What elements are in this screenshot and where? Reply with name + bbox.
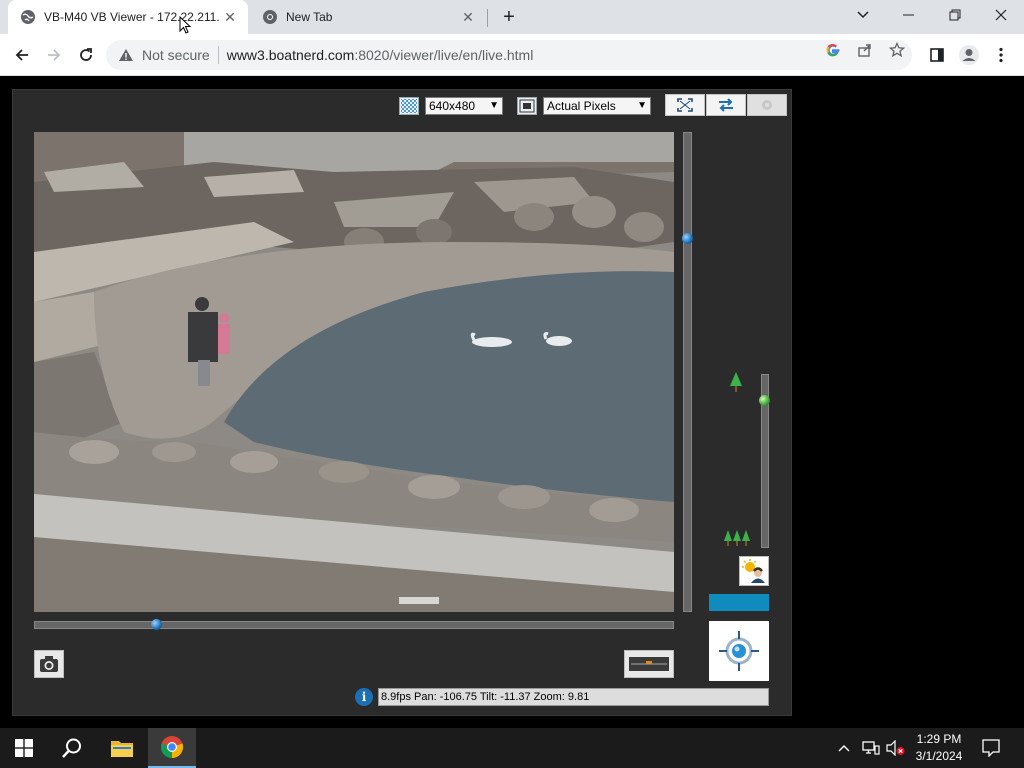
omnibox-divider (217, 46, 219, 64)
display-scale-value: Actual Pixels (547, 99, 616, 113)
fullscreen-icon (677, 98, 693, 112)
preset-target-button[interactable] (709, 621, 769, 681)
page-content: 640x480 ▼ Actual Pixels ▼ i 8.9fps Pan: … (0, 77, 1024, 728)
image-size-select[interactable]: 640x480 ▼ (425, 97, 503, 115)
panorama-button[interactable] (624, 650, 674, 678)
tab-title: New Tab (286, 10, 333, 24)
notification-icon (982, 739, 1000, 757)
network-icon (862, 741, 880, 755)
reload-button[interactable] (73, 42, 99, 68)
pan-slider-thumb[interactable] (150, 619, 162, 630)
search-icon (62, 738, 81, 758)
disabled-option-button[interactable] (747, 94, 787, 116)
url-text[interactable]: www3.boatnerd.com:8020/viewer/live/en/li… (227, 47, 534, 63)
camera-status-text: 8.9fps Pan: -106.75 Tilt: -11.37 Zoom: 9… (381, 691, 590, 703)
display-scale-select[interactable]: Actual Pixels ▼ (543, 97, 651, 115)
zoom-out-trees-icon[interactable] (723, 530, 753, 551)
windows-taskbar: 1:29 PM 3/1/2024 (0, 728, 1024, 768)
back-button[interactable] (9, 42, 35, 68)
globe-icon (20, 9, 36, 25)
crosshair-target-icon (719, 631, 759, 671)
minimize-button[interactable] (886, 0, 932, 30)
vb-viewer-panel: 640x480 ▼ Actual Pixels ▼ i 8.9fps Pan: … (12, 89, 792, 716)
file-explorer-button[interactable] (98, 728, 146, 768)
clock-date: 3/1/2024 (915, 749, 963, 763)
info-icon[interactable]: i (355, 688, 373, 706)
tab-vb-viewer[interactable]: VB-M40 VB Viewer - 172.22.211.5 ✕ (8, 0, 248, 34)
menu-kebab-icon[interactable] (988, 42, 1014, 68)
share-icon[interactable] (856, 41, 874, 59)
restore-button[interactable] (932, 0, 978, 30)
swap-arrows-icon (719, 98, 733, 112)
tab-divider (487, 9, 488, 27)
snapshot-button[interactable] (34, 650, 64, 678)
system-clock[interactable]: 1:29 PM 3/1/2024 (905, 731, 973, 765)
camera-icon (40, 656, 58, 672)
windows-logo-icon (15, 739, 33, 757)
live-video-feed[interactable] (34, 132, 674, 612)
new-tab-button[interactable]: + (497, 5, 521, 29)
display-scale-icon (517, 97, 537, 115)
browser-toolbar: Not secure www3.boatnerd.com:8020/viewer… (0, 34, 1024, 76)
mouse-cursor-icon (179, 16, 191, 34)
fullscreen-button[interactable] (665, 94, 705, 116)
chrome-taskbar-button[interactable] (148, 728, 196, 768)
dropdown-arrow-icon: ▼ (637, 100, 647, 111)
chevron-up-icon (838, 745, 850, 752)
network-tray-icon[interactable] (862, 728, 880, 768)
swap-button[interactable] (706, 94, 746, 116)
show-hidden-icons-button[interactable] (838, 728, 850, 768)
url-path: :8020/viewer/live/en/live.html (354, 47, 534, 63)
google-icon[interactable] (824, 41, 842, 59)
clock-time: 1:29 PM (916, 732, 962, 746)
close-tab-icon[interactable]: ✕ (458, 7, 478, 27)
search-button[interactable] (48, 728, 96, 768)
tab-strip: VB-M40 VB Viewer - 172.22.211.5 ✕ New Ta… (0, 0, 1024, 34)
folder-icon (111, 741, 133, 757)
start-button[interactable] (0, 728, 48, 768)
chrome-icon (262, 9, 278, 25)
notifications-button[interactable] (982, 728, 1000, 768)
chrome-icon (160, 736, 184, 759)
side-panel-icon[interactable] (924, 42, 950, 68)
camera-status-bar: 8.9fps Pan: -106.75 Tilt: -11.37 Zoom: 9… (378, 688, 769, 706)
camera-frame-image (34, 132, 674, 612)
tab-search-icon[interactable] (840, 0, 886, 30)
sun-person-icon (742, 559, 765, 583)
profile-avatar-icon[interactable] (956, 42, 982, 68)
warning-icon[interactable] (118, 47, 134, 63)
forward-button[interactable] (41, 42, 67, 68)
close-tab-icon[interactable]: ✕ (220, 7, 240, 27)
tab-new-tab[interactable]: New Tab ✕ (250, 0, 486, 34)
status-indicator-bar (709, 594, 769, 611)
close-window-button[interactable] (978, 0, 1024, 30)
settings-disabled-icon (762, 100, 772, 110)
url-host: www3.boatnerd.com (226, 47, 355, 63)
volume-tray-icon[interactable] (886, 728, 906, 768)
volume-muted-icon (886, 740, 905, 756)
security-label[interactable]: Not secure (142, 47, 210, 63)
tab-title: VB-M40 VB Viewer - 172.22.211.5 (44, 10, 220, 24)
image-size-icon (399, 97, 419, 115)
tilt-slider-thumb[interactable] (682, 232, 693, 244)
pan-slider-track[interactable] (34, 621, 674, 629)
bookmark-star-icon[interactable] (888, 41, 906, 59)
address-bar[interactable]: Not secure www3.boatnerd.com:8020/viewer… (106, 40, 912, 70)
tilt-slider-track[interactable] (683, 132, 692, 612)
image-size-value: 640x480 (429, 99, 476, 113)
zoom-in-tree-icon[interactable] (729, 372, 743, 397)
backlight-compensation-button[interactable] (739, 556, 769, 586)
panorama-icon (629, 657, 669, 671)
dropdown-arrow-icon: ▼ (489, 100, 499, 111)
